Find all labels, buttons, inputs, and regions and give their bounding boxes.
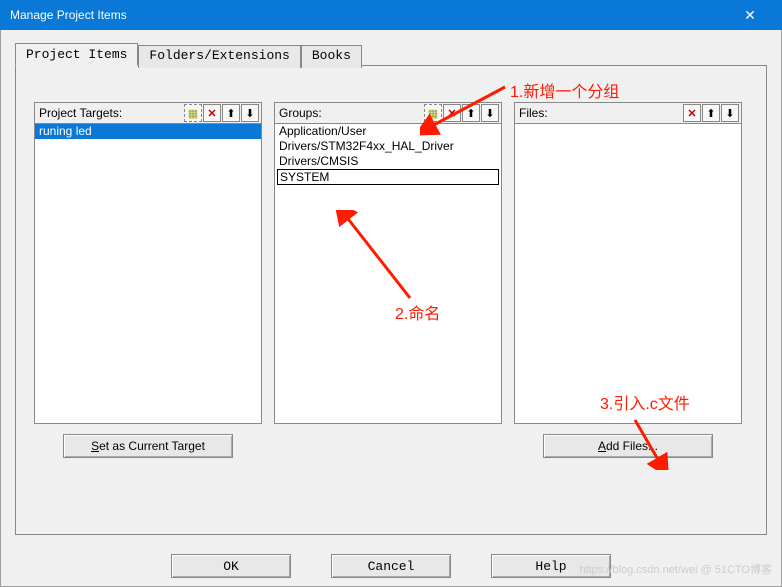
targets-new-button[interactable]: ▦: [184, 104, 202, 122]
files-delete-button[interactable]: ✕: [683, 104, 701, 122]
list-item[interactable]: Application/User: [275, 124, 501, 139]
targets-moveup-button[interactable]: ⬆: [222, 104, 240, 122]
files-column: Files: ✕ ⬆ ⬇ Add Files...: [514, 102, 742, 458]
close-icon[interactable]: ✕: [728, 0, 772, 30]
window-title: Manage Project Items: [10, 8, 728, 22]
groups-header-label: Groups:: [279, 106, 423, 120]
files-movedown-button[interactable]: ⬇: [721, 104, 739, 122]
targets-header: Project Targets: ▦ ✕ ⬆ ⬇: [34, 102, 262, 124]
targets-list[interactable]: runing led: [34, 124, 262, 424]
list-item[interactable]: runing led: [35, 124, 261, 139]
targets-movedown-button[interactable]: ⬇: [241, 104, 259, 122]
targets-delete-button[interactable]: ✕: [203, 104, 221, 122]
list-item[interactable]: Drivers/STM32F4xx_HAL_Driver: [275, 139, 501, 154]
files-header-label: Files:: [519, 106, 682, 120]
add-files-button[interactable]: Add Files...: [543, 434, 713, 458]
groups-header: Groups: ▦ ✕ ⬆ ⬇: [274, 102, 502, 124]
groups-movedown-button[interactable]: ⬇: [481, 104, 499, 122]
files-header: Files: ✕ ⬆ ⬇: [514, 102, 742, 124]
files-list[interactable]: [514, 124, 742, 424]
targets-header-label: Project Targets:: [39, 106, 183, 120]
ok-button[interactable]: OK: [171, 554, 291, 578]
watermark: https://blog.csdn.net/wei @ 51CTO博客: [579, 561, 772, 577]
client-area: Project Items Folders/Extensions Books P…: [0, 30, 782, 587]
groups-new-button[interactable]: ▦: [424, 104, 442, 122]
group-name-input[interactable]: [277, 169, 499, 185]
targets-column: Project Targets: ▦ ✕ ⬆ ⬇ runing led Set …: [34, 102, 262, 458]
tab-folders-extensions[interactable]: Folders/Extensions: [138, 45, 300, 68]
titlebar: Manage Project Items ✕: [0, 0, 782, 30]
group-edit-item: [277, 169, 499, 185]
list-item[interactable]: Drivers/CMSIS: [275, 154, 501, 169]
set-current-target-button[interactable]: Set as Current Target: [63, 434, 233, 458]
groups-moveup-button[interactable]: ⬆: [462, 104, 480, 122]
files-moveup-button[interactable]: ⬆: [702, 104, 720, 122]
groups-column: Groups: ▦ ✕ ⬆ ⬇ Application/User Drivers…: [274, 102, 502, 458]
cancel-button[interactable]: Cancel: [331, 554, 451, 578]
tab-panel: Project Targets: ▦ ✕ ⬆ ⬇ runing led Set …: [15, 65, 767, 535]
tab-project-items[interactable]: Project Items: [15, 43, 138, 66]
tab-bar: Project Items Folders/Extensions Books: [15, 43, 767, 66]
groups-list[interactable]: Application/User Drivers/STM32F4xx_HAL_D…: [274, 124, 502, 424]
tab-books[interactable]: Books: [301, 45, 362, 68]
groups-delete-button[interactable]: ✕: [443, 104, 461, 122]
